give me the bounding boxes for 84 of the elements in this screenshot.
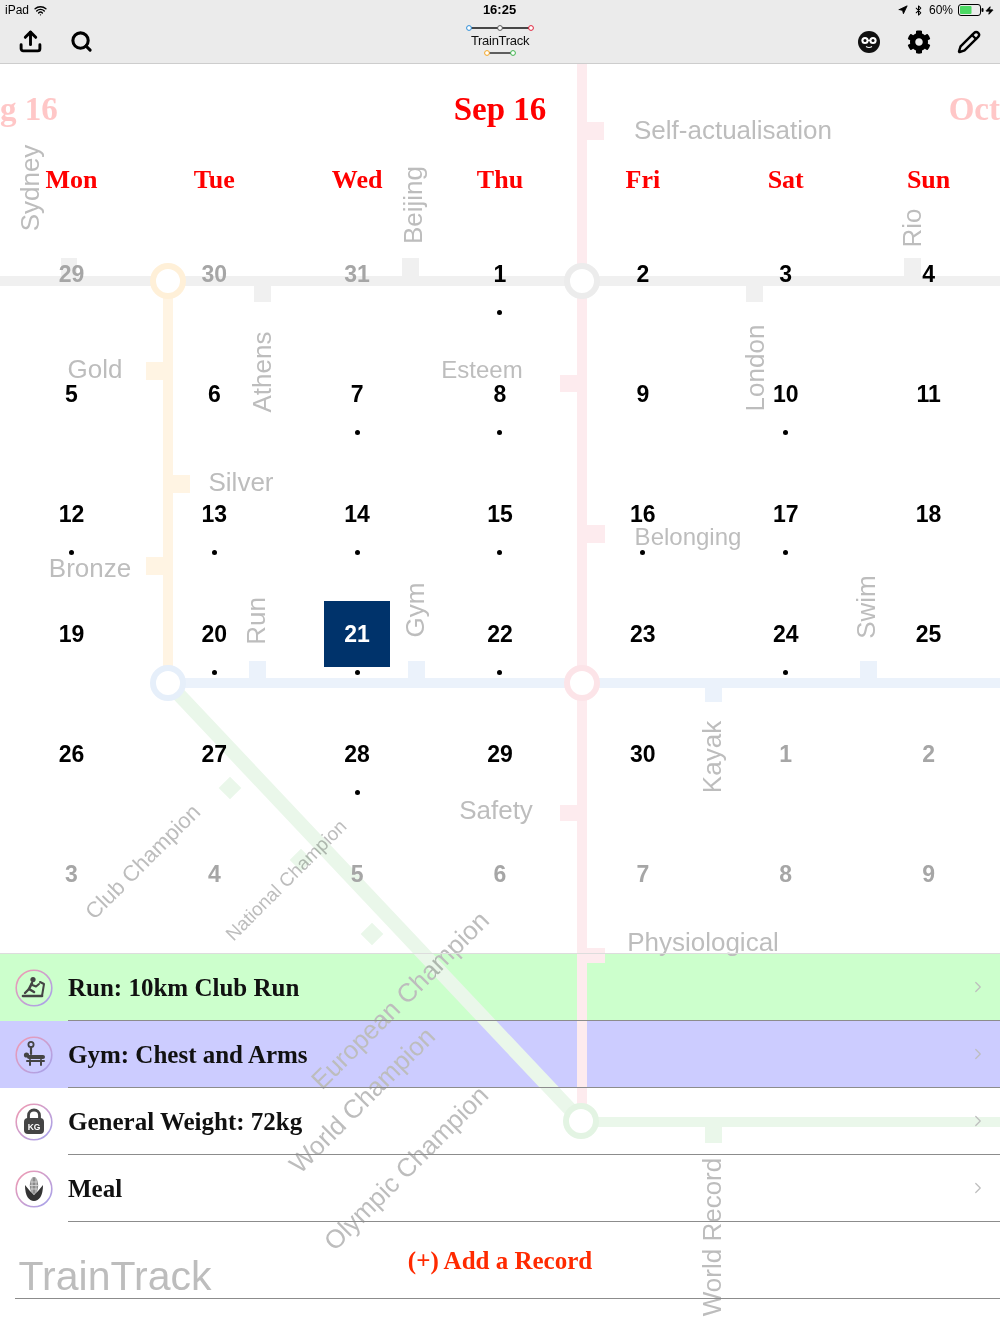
map-label: Self-actualisation xyxy=(634,117,832,143)
map-label: Bronze xyxy=(48,555,132,581)
device-name: iPad xyxy=(5,3,30,17)
calendar-day[interactable]: 24 xyxy=(772,622,799,646)
calendar-day[interactable]: 11 xyxy=(916,382,941,406)
map-label: TrainTrack xyxy=(18,1255,212,1297)
calendar-day[interactable]: 5 xyxy=(65,382,78,406)
station-ring-icon xyxy=(564,665,600,701)
calendar-day[interactable]: 25 xyxy=(915,622,942,646)
weekday-label: Tue xyxy=(193,167,235,193)
battery-percent: 60% xyxy=(928,3,953,17)
map-label: Belonging xyxy=(634,525,742,549)
map-label: Beijing xyxy=(400,165,426,245)
calendar-day[interactable]: 9 xyxy=(636,382,650,406)
calendar-day[interactable]: 4 xyxy=(922,262,935,286)
calendar-day[interactable]: 13 xyxy=(201,502,228,526)
calendar-day[interactable]: 10 xyxy=(772,382,799,406)
upload-icon[interactable] xyxy=(18,29,43,54)
calendar-day[interactable]: 2 xyxy=(636,262,650,286)
map-label: Silver xyxy=(208,469,274,495)
pencil-icon[interactable] xyxy=(957,29,981,54)
calendar-day[interactable]: 1 xyxy=(493,262,507,286)
calendar-day[interactable]: 26 xyxy=(58,742,85,766)
calendar-day[interactable]: 18 xyxy=(915,502,942,526)
calendar-day[interactable]: 23 xyxy=(630,622,656,646)
location-arrow-icon xyxy=(897,5,908,15)
weekday-label: Thu xyxy=(476,167,524,193)
charging-bolt-icon xyxy=(985,5,994,15)
logo-track-icon xyxy=(465,24,535,32)
weekday-label: Mon xyxy=(45,167,98,193)
calendar-day[interactable]: 17 xyxy=(772,502,799,526)
kettlebell-icon: KG xyxy=(15,1102,53,1141)
settings-icon[interactable] xyxy=(907,29,931,54)
calendar-day[interactable]: 16 xyxy=(630,502,656,526)
calendar-day[interactable]: 29 xyxy=(487,742,513,766)
calendar-day[interactable]: 12 xyxy=(58,502,85,526)
calendar-day[interactable]: 8 xyxy=(493,382,507,406)
map-label: Athens xyxy=(249,331,275,413)
station-ring-icon xyxy=(563,1103,599,1139)
calendar-day[interactable]: 19 xyxy=(58,622,85,646)
logo-text: TrainTrack xyxy=(470,33,530,48)
map-label: London xyxy=(742,324,768,412)
map-label: Safety xyxy=(459,797,533,823)
map-label: Rio xyxy=(899,208,925,248)
map-label: Run xyxy=(243,597,269,645)
map-label: Physiological xyxy=(627,929,779,955)
battery-icon xyxy=(958,4,984,16)
weekday-label: Wed xyxy=(331,167,383,193)
calendar-day[interactable]: 15 xyxy=(487,502,513,526)
goggles-face-icon[interactable] xyxy=(857,29,881,54)
calendar-day[interactable]: 3 xyxy=(779,262,793,286)
search-icon[interactable] xyxy=(70,30,93,53)
calendar-day[interactable]: 30 xyxy=(630,742,656,766)
record-title[interactable]: Run: 10km Club Run xyxy=(68,974,300,1000)
weekday-label: Sat xyxy=(767,167,804,193)
map-label: Gym xyxy=(402,582,428,638)
calendar-day[interactable]: 27 xyxy=(201,742,228,766)
wifi-icon xyxy=(34,3,48,17)
record-title[interactable]: Meal xyxy=(68,1175,123,1201)
map-label: Gold xyxy=(67,356,123,382)
map-label: Esteem xyxy=(441,358,523,382)
month-title: Sep 16 xyxy=(453,92,547,126)
calendar-day[interactable]: 20 xyxy=(201,622,228,646)
map-label: World Record xyxy=(699,1157,725,1317)
calendar-day[interactable]: 14 xyxy=(344,502,370,526)
station-ring-icon xyxy=(150,263,186,299)
map-label: Kayak xyxy=(699,720,725,794)
logo-track-icon xyxy=(483,49,517,57)
treadmill-runner-icon xyxy=(15,968,53,1007)
corn-icon xyxy=(15,1169,53,1208)
weekday-label: Fri xyxy=(625,167,661,193)
weekday-label: Sun xyxy=(906,167,951,193)
calendar-day[interactable]: 6 xyxy=(207,382,221,406)
bench-press-icon xyxy=(15,1035,53,1074)
record-title[interactable]: Gym: Chest and Arms xyxy=(68,1041,308,1067)
map-label: Swim xyxy=(853,575,879,639)
calendar-day[interactable]: 7 xyxy=(350,382,364,406)
map-label: Sydney xyxy=(17,144,43,232)
status-time: 16:25 xyxy=(482,3,517,17)
selected-day[interactable]: 21 xyxy=(324,601,391,667)
calendar-day[interactable]: 28 xyxy=(344,742,370,766)
station-ring-icon xyxy=(150,665,186,701)
add-record-button[interactable]: (+) Add a Record xyxy=(407,1247,593,1273)
calendar-day[interactable]: 22 xyxy=(487,622,513,646)
